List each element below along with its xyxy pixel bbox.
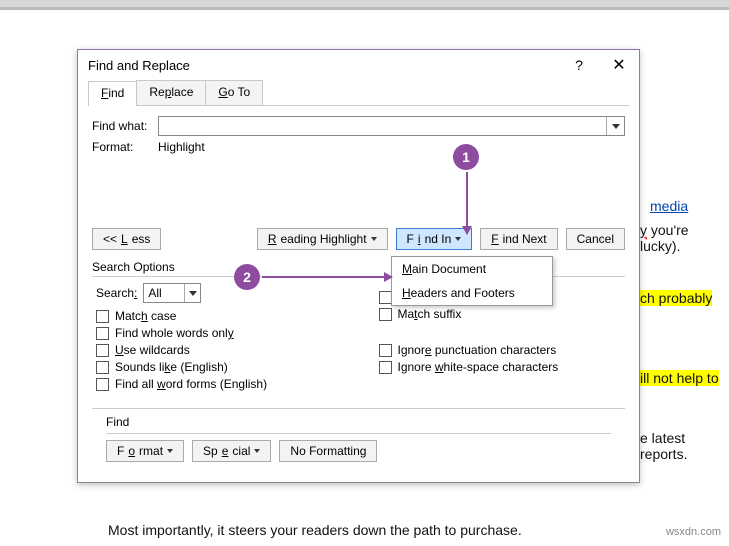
no-formatting-button[interactable]: No Formatting	[279, 440, 377, 462]
sounds-like-checkbox[interactable]: Sounds like (English)	[96, 360, 339, 374]
format-label: Format:	[92, 140, 158, 154]
tab-find[interactable]: Find	[88, 81, 137, 106]
help-button[interactable]: ?	[559, 50, 599, 80]
doc-link-media[interactable]: media	[650, 198, 688, 214]
whole-words-checkbox[interactable]: Find whole words only	[96, 326, 339, 340]
format-button[interactable]: Format	[106, 440, 184, 462]
arrow-1	[466, 172, 468, 234]
special-button[interactable]: Special	[192, 440, 271, 462]
tab-replace[interactable]: Replace	[136, 80, 206, 105]
find-replace-dialog: Find and Replace ? ✕ Find Replace Go To …	[77, 49, 640, 483]
doc-fragment-5: Most importantly, it steers your readers…	[108, 522, 522, 538]
reading-highlight-button[interactable]: Reading Highlight	[257, 228, 388, 250]
ignore-ws-checkbox[interactable]: Ignore white-space characters	[379, 360, 622, 374]
app-ribbon-strip	[0, 0, 729, 10]
tab-goto[interactable]: Go To	[205, 80, 263, 105]
format-value: Highlight	[158, 140, 205, 154]
find-what-input[interactable]	[158, 116, 625, 136]
less-button[interactable]: << Less	[92, 228, 161, 250]
close-button[interactable]: ✕	[599, 50, 639, 80]
dialog-titlebar[interactable]: Find and Replace ? ✕	[78, 50, 639, 80]
find-in-dropdown: Main Document Headers and Footers	[391, 256, 553, 306]
chevron-down-icon	[184, 284, 200, 302]
doc-fragment-4: e latest reports.	[640, 430, 729, 462]
callout-2: 2	[234, 264, 260, 290]
find-in-button[interactable]: Find In	[396, 228, 473, 250]
watermark: wsxdn.com	[666, 526, 721, 538]
doc-fragment-1: y you're lucky).	[640, 222, 729, 254]
search-direction-value: All	[148, 286, 161, 300]
wildcards-checkbox[interactable]: Use wildcards	[96, 343, 339, 357]
find-section-label: Find	[106, 415, 611, 429]
search-direction-label: Search:	[96, 286, 137, 300]
find-next-button[interactable]: Find Next	[480, 228, 557, 250]
ignore-punct-checkbox[interactable]: Ignore punctuation characters	[379, 343, 622, 357]
find-what-dropdown-icon[interactable]	[606, 117, 624, 135]
doc-fragment-3: ill not help to	[640, 370, 719, 386]
callout-1: 1	[453, 144, 479, 170]
find-what-label: Find what:	[92, 119, 158, 133]
match-case-checkbox[interactable]: Match case	[96, 309, 339, 323]
find-in-headers-footers[interactable]: Headers and Footers	[392, 281, 552, 305]
word-forms-checkbox[interactable]: Find all word forms (English)	[96, 377, 339, 391]
tab-row: Find Replace Go To	[88, 80, 629, 106]
find-in-main-document[interactable]: Main Document	[392, 257, 552, 281]
dialog-title: Find and Replace	[88, 58, 559, 73]
match-suffix-checkbox[interactable]: Match suffix	[379, 307, 622, 321]
arrow-2	[262, 276, 392, 278]
cancel-button[interactable]: Cancel	[566, 228, 625, 250]
search-direction-select[interactable]: All	[143, 283, 201, 303]
